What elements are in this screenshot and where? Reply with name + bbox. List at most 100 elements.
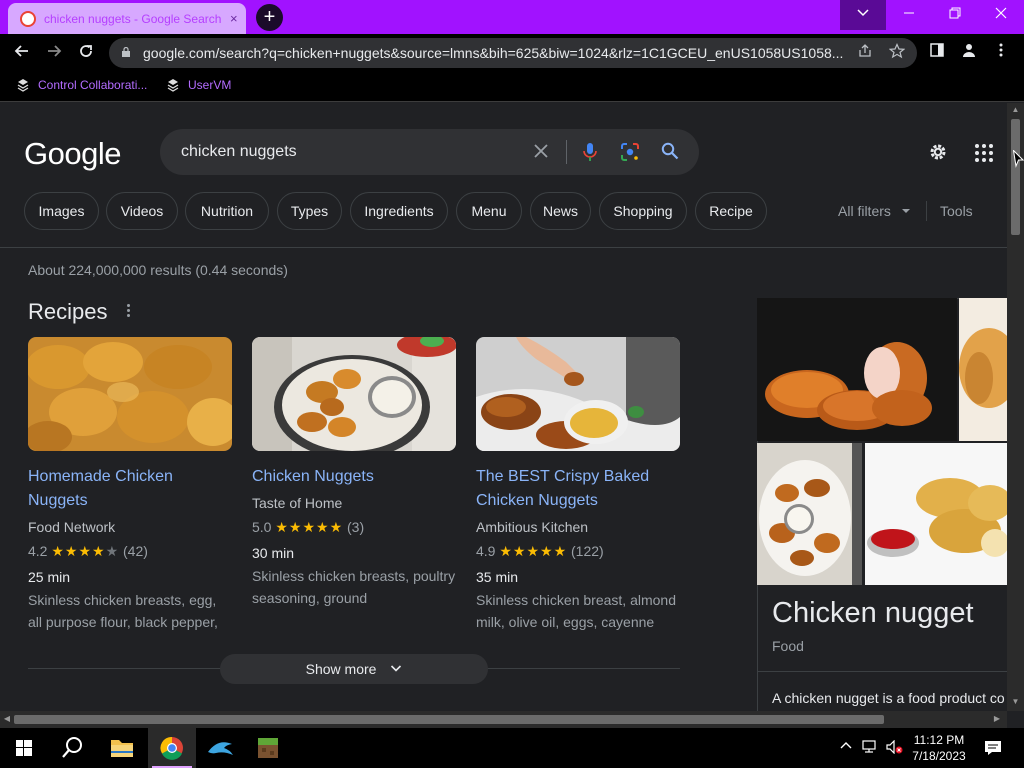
- vertical-scrollbar[interactable]: ▲ ▼: [1007, 103, 1024, 711]
- network-icon[interactable]: [862, 740, 880, 757]
- minimize-button[interactable]: [886, 0, 932, 30]
- bookmark-star-icon[interactable]: [887, 43, 907, 63]
- bookmark-label: Control Collaborati...: [38, 78, 148, 92]
- chip-nutrition[interactable]: Nutrition: [185, 192, 269, 230]
- recipe-time: 35 min: [476, 569, 519, 585]
- recipe-card[interactable]: Chicken Nuggets Taste of Home 5.0 ★★★★★ …: [252, 337, 456, 609]
- search-submit-button[interactable]: [659, 142, 681, 164]
- recipes-heading: Recipes: [28, 299, 108, 324]
- folder-icon: [111, 740, 133, 757]
- scroll-up-arrow-icon[interactable]: ▲: [1007, 105, 1024, 114]
- google-apps-button[interactable]: [975, 144, 993, 162]
- tab-close-button[interactable]: ×: [230, 11, 238, 26]
- taskbar-file-explorer[interactable]: [98, 728, 146, 768]
- rating-value: 5.0: [252, 519, 272, 535]
- knowledge-panel-image[interactable]: [757, 298, 957, 441]
- knowledge-panel-image[interactable]: [959, 298, 1007, 441]
- clock-time: 11:12 PM: [913, 733, 965, 747]
- recipe-image[interactable]: [28, 337, 232, 451]
- filters-divider: [926, 201, 927, 221]
- taskbar-clock[interactable]: 11:12 PM 7/18/2023: [906, 732, 972, 764]
- new-tab-button[interactable]: +: [256, 4, 283, 31]
- recipe-title[interactable]: The BEST Crispy Baked Chicken Nuggets: [476, 465, 680, 513]
- search-input[interactable]: chicken nuggets: [181, 143, 297, 161]
- chip-news[interactable]: News: [530, 192, 591, 230]
- bookmark-uservm[interactable]: UserVM: [166, 78, 231, 92]
- all-filters-label: All filters: [838, 203, 891, 219]
- taskbar-search-button[interactable]: [48, 728, 96, 768]
- image-search-button[interactable]: [619, 142, 641, 164]
- scroll-down-arrow-icon[interactable]: ▼: [1007, 697, 1024, 706]
- share-icon[interactable]: [855, 43, 875, 63]
- reload-button[interactable]: [72, 39, 100, 67]
- taskbar-chrome[interactable]: [148, 728, 196, 768]
- knowledge-panel-divider: [757, 671, 1007, 672]
- tools-button[interactable]: Tools: [940, 203, 973, 219]
- chip-recipe[interactable]: Recipe: [695, 192, 767, 230]
- review-count: (42): [123, 543, 148, 559]
- chip-ingredients[interactable]: Ingredients: [350, 192, 448, 230]
- search-box[interactable]: chicken nuggets: [160, 129, 699, 175]
- grass-block-icon: [258, 738, 278, 758]
- horizontal-scrollbar[interactable]: ◀ ▶: [0, 711, 1007, 728]
- notification-center-icon[interactable]: [984, 740, 1002, 759]
- google-logo[interactable]: Google: [24, 136, 121, 172]
- recipe-rating: 4.2 ★★★★★ (42): [28, 539, 232, 563]
- close-window-button[interactable]: [978, 0, 1024, 30]
- chip-images[interactable]: Images: [24, 192, 99, 230]
- windows-logo-icon: [16, 740, 32, 756]
- all-filters-button[interactable]: All filters: [838, 203, 911, 219]
- chip-shopping[interactable]: Shopping: [599, 192, 687, 230]
- kebab-menu-icon: [999, 43, 1003, 57]
- close-icon: [534, 144, 548, 158]
- recipe-image[interactable]: [476, 337, 680, 451]
- volume-muted-icon[interactable]: [886, 739, 904, 757]
- recipe-card[interactable]: Homemade Chicken Nuggets Food Network 4.…: [28, 337, 232, 633]
- settings-button[interactable]: [926, 141, 950, 165]
- profile-button[interactable]: [958, 42, 980, 64]
- voice-search-button[interactable]: [579, 142, 601, 164]
- chip-types[interactable]: Types: [277, 192, 342, 230]
- start-button[interactable]: [0, 728, 48, 768]
- horizontal-scroll-thumb[interactable]: [14, 715, 884, 724]
- recipe-card[interactable]: The BEST Crispy Baked Chicken Nuggets Am…: [476, 337, 680, 633]
- url-text[interactable]: google.com/search?q=chicken+nuggets&sour…: [143, 45, 853, 61]
- knowledge-panel-image[interactable]: [757, 443, 862, 585]
- tray-overflow-chevron-icon[interactable]: [840, 740, 852, 755]
- tab-search-button[interactable]: [840, 0, 886, 30]
- microphone-icon: [583, 143, 597, 161]
- vertical-scroll-thumb[interactable]: [1011, 119, 1020, 235]
- browser-menu-button[interactable]: [990, 42, 1012, 64]
- scroll-left-arrow-icon[interactable]: ◀: [2, 714, 12, 723]
- chevron-down-icon: [857, 9, 869, 17]
- recipe-rating: 4.9 ★★★★★ (122): [476, 539, 680, 563]
- recipe-ingredients: Skinless chicken breast, almond milk, ol…: [476, 592, 676, 630]
- address-bar[interactable]: google.com/search?q=chicken+nuggets&sour…: [109, 38, 917, 68]
- forward-button[interactable]: [40, 39, 68, 67]
- browser-tabstrip: chicken nuggets - Google Search × +: [0, 0, 1024, 34]
- clear-search-button[interactable]: [530, 142, 552, 164]
- taskbar-app-dolphin[interactable]: [196, 728, 244, 768]
- chip-menu[interactable]: Menu: [456, 192, 522, 230]
- recipe-time: 30 min: [252, 545, 295, 561]
- knowledge-panel-subtitle: Food: [772, 638, 804, 654]
- knowledge-panel-image[interactable]: [865, 443, 1007, 585]
- bookmark-control-collaboration[interactable]: Control Collaborati...: [16, 78, 147, 92]
- chip-videos[interactable]: Videos: [106, 192, 178, 230]
- back-button[interactable]: [8, 39, 36, 67]
- knowledge-panel-title: Chicken nugget: [772, 597, 974, 629]
- camera-lens-icon: [621, 143, 639, 161]
- recipe-image[interactable]: [252, 337, 456, 451]
- mouse-cursor-icon: [1013, 150, 1024, 168]
- recipes-options-button[interactable]: [123, 303, 133, 319]
- taskbar-app-minecraft[interactable]: [244, 728, 292, 768]
- scroll-right-arrow-icon[interactable]: ▶: [992, 714, 1002, 723]
- restore-button[interactable]: [932, 0, 978, 30]
- show-more-button[interactable]: Show more: [220, 654, 488, 684]
- dolphin-icon: [208, 742, 233, 755]
- recipe-title[interactable]: Chicken Nuggets: [252, 465, 456, 489]
- bookmarks-bar: Control Collaborati... UserVM: [0, 72, 1024, 102]
- browser-tab[interactable]: chicken nuggets - Google Search ×: [8, 3, 246, 34]
- side-panel-button[interactable]: [926, 42, 948, 64]
- recipe-title[interactable]: Homemade Chicken Nuggets: [28, 465, 232, 513]
